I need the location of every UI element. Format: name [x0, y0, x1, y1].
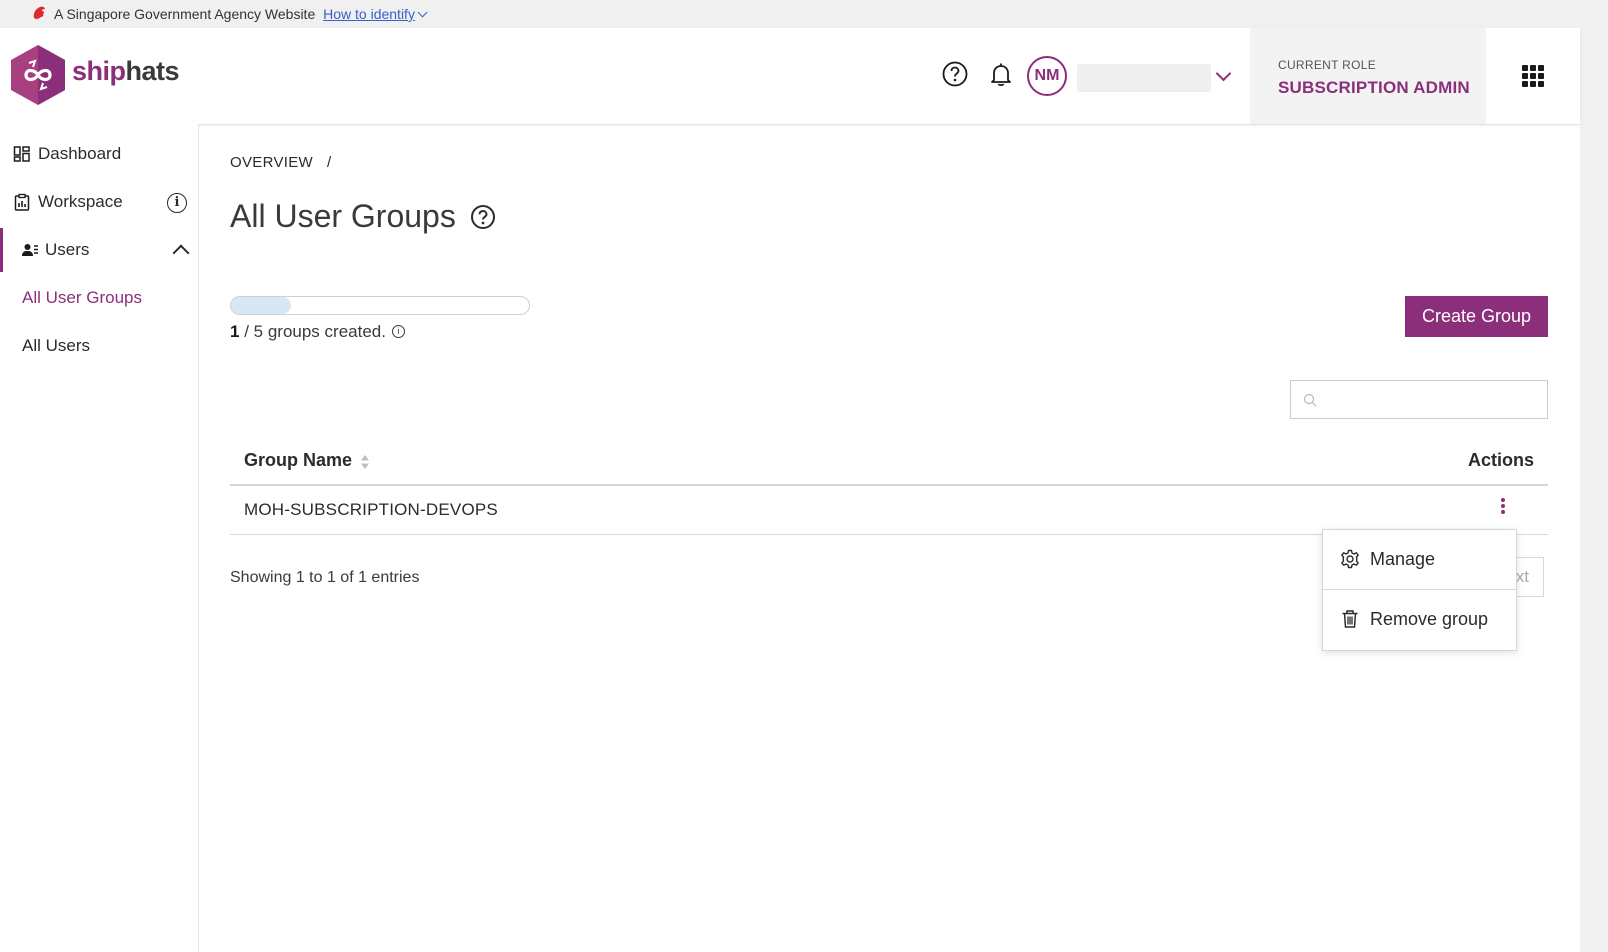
- chevron-down-icon[interactable]: [1215, 65, 1232, 82]
- top-header: shiphats NM CURRENT ROLE SUBSCRIPTION AD…: [0, 28, 1580, 125]
- brand-part-ship: ship: [72, 56, 126, 86]
- clipboard-chart-icon: [14, 193, 30, 211]
- role-label: CURRENT ROLE: [1278, 58, 1377, 72]
- user-avatar[interactable]: NM: [1027, 56, 1067, 96]
- users-icon: [22, 244, 38, 256]
- lion-head-icon: [33, 6, 45, 20]
- column-header-actions: Actions: [1467, 450, 1534, 470]
- sort-icon[interactable]: [360, 454, 370, 470]
- sidebar-item-label: Users: [45, 240, 90, 259]
- shiphats-logo-icon[interactable]: [8, 43, 68, 107]
- brand-name[interactable]: shiphats: [72, 56, 180, 87]
- page-title: All User Groups: [230, 198, 456, 234]
- breadcrumb: OVERVIEW /: [230, 154, 331, 171]
- current-role-panel: CURRENT ROLE SUBSCRIPTION ADMIN: [1250, 28, 1486, 124]
- manage-label: Manage: [1370, 549, 1436, 569]
- app-window: A Singapore Government Agency Website Ho…: [0, 0, 1580, 952]
- how-to-identify-link[interactable]: How to identify: [323, 6, 415, 22]
- help-icon[interactable]: [941, 60, 969, 88]
- chevron-up-icon[interactable]: [172, 244, 190, 262]
- search-input[interactable]: [1321, 385, 1545, 416]
- sidebar-item-dashboard[interactable]: Dashboard: [0, 132, 198, 176]
- table-header: Group Name Actions: [230, 438, 1548, 486]
- sidebar: Dashboard Workspace i Users All User Gro…: [0, 124, 199, 952]
- groups-created-count: 1: [230, 322, 240, 341]
- entries-info: Showing 1 to 1 of 1 entries: [230, 569, 420, 586]
- info-icon[interactable]: i: [391, 325, 405, 339]
- search-box[interactable]: [1290, 380, 1548, 419]
- masthead-label: A Singapore Government Agency Website: [54, 6, 316, 22]
- groups-total-text: / 5 groups created.: [244, 322, 386, 341]
- sidebar-item-label: Workspace: [38, 192, 123, 211]
- apps-grid-icon[interactable]: [1522, 65, 1544, 87]
- role-value: SUBSCRIPTION ADMIN: [1278, 78, 1470, 97]
- username-redacted[interactable]: [1077, 64, 1211, 92]
- groups-count-text: 1 / 5 groups created. i: [230, 322, 405, 342]
- chevron-down-icon[interactable]: [417, 7, 428, 18]
- remove-group-label: Remove group: [1370, 609, 1489, 629]
- search-icon: [1303, 393, 1317, 407]
- manage-menu-item[interactable]: Manage: [1323, 530, 1516, 589]
- groups-progress-bar: [230, 296, 530, 315]
- bell-icon[interactable]: [987, 60, 1015, 88]
- kebab-menu-icon[interactable]: [1498, 496, 1508, 518]
- masthead-text: A Singapore Government Agency Website Ho…: [54, 6, 428, 22]
- sidebar-item-label: Dashboard: [38, 144, 122, 163]
- trash-icon: [1342, 610, 1358, 628]
- remove-group-menu-item[interactable]: Remove group: [1323, 590, 1516, 649]
- sidebar-subitem-all-user-groups[interactable]: All User Groups: [22, 288, 142, 308]
- sidebar-item-users[interactable]: Users: [0, 228, 201, 272]
- column-header-group-name[interactable]: Group Name: [244, 450, 352, 471]
- row-actions-dropdown: Manage Remove group: [1322, 529, 1517, 651]
- breadcrumb-overview[interactable]: OVERVIEW: [230, 154, 313, 171]
- sidebar-item-workspace[interactable]: Workspace i: [0, 180, 198, 224]
- info-icon[interactable]: i: [167, 193, 187, 213]
- gov-masthead: A Singapore Government Agency Website Ho…: [0, 0, 1580, 28]
- breadcrumb-separator: /: [326, 154, 332, 171]
- sidebar-subitem-all-users[interactable]: All Users: [22, 336, 90, 356]
- gear-icon: [1341, 549, 1359, 569]
- user-groups-table: Group Name Actions MOH-SUBSCRIPTION-DEVO…: [230, 438, 1548, 535]
- progress-fill: [231, 297, 291, 314]
- create-group-button[interactable]: Create Group: [1405, 296, 1548, 337]
- table-row: MOH-SUBSCRIPTION-DEVOPS: [230, 486, 1548, 535]
- dashboard-icon: [13, 146, 30, 162]
- group-name-cell: MOH-SUBSCRIPTION-DEVOPS: [244, 500, 498, 519]
- brand-part-hats: hats: [125, 56, 180, 86]
- help-icon[interactable]: [470, 204, 496, 230]
